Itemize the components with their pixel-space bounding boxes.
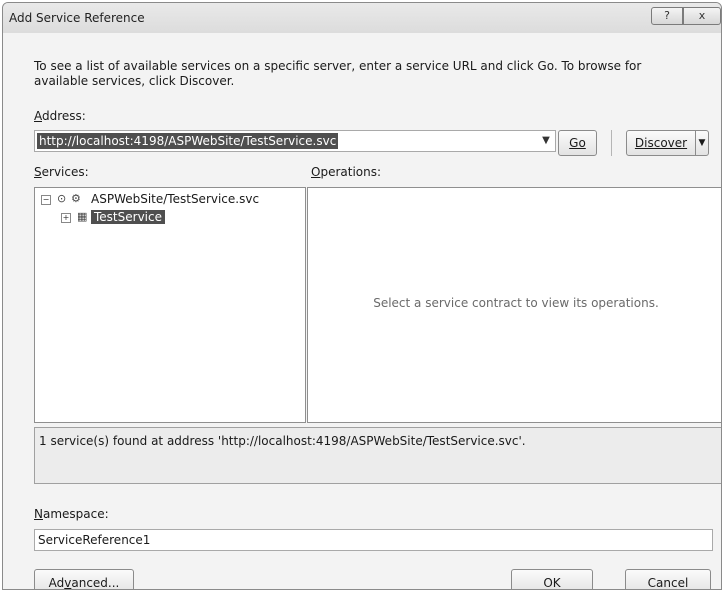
add-service-reference-dialog: Add Service Reference ? x To see a list … xyxy=(2,2,722,590)
dialog-content: To see a list of available services on a… xyxy=(3,33,721,590)
chevron-down-icon: ▼ xyxy=(698,138,706,148)
expand-icon[interactable]: + xyxy=(61,213,71,223)
help-button[interactable]: ? xyxy=(651,7,683,25)
services-label-mnemonic: S xyxy=(34,165,42,179)
chevron-down-icon[interactable]: ▼ xyxy=(538,132,554,150)
address-label-mnemonic: A xyxy=(34,109,42,123)
address-input-value[interactable]: http://localhost:4198/ASPWebSite/TestSer… xyxy=(37,133,339,149)
namespace-input-value: ServiceReference1 xyxy=(38,533,151,547)
tree-item-label: TestService xyxy=(91,210,165,224)
address-label: Address: xyxy=(34,109,86,123)
service-endpoint-icon: ⊙ xyxy=(57,192,67,205)
discover-button-label: Discover xyxy=(634,136,688,150)
title-bar: Add Service Reference ? x xyxy=(3,3,721,33)
operations-label: Operations: xyxy=(311,165,381,179)
collapse-icon[interactable]: − xyxy=(41,195,51,205)
close-icon: x xyxy=(698,9,706,22)
close-button[interactable]: x xyxy=(683,7,721,25)
operations-placeholder: Select a service contract to view its op… xyxy=(373,296,659,310)
toolbar-separator xyxy=(611,130,612,156)
operations-list[interactable]: Select a service contract to view its op… xyxy=(307,187,721,423)
web-service-icon: ⚙ xyxy=(71,192,81,205)
go-button-label: Go xyxy=(569,136,586,150)
service-contract-icon: ▦ xyxy=(77,210,88,223)
address-combobox[interactable]: http://localhost:4198/ASPWebSite/TestSer… xyxy=(34,130,556,152)
cancel-button[interactable]: Cancel xyxy=(625,569,711,590)
help-icon: ? xyxy=(664,9,670,22)
services-label-rest: ervices: xyxy=(41,165,89,179)
advanced-button-label-b: anced... xyxy=(71,576,120,590)
namespace-label-rest: amespace: xyxy=(42,507,109,521)
go-button[interactable]: Go xyxy=(558,130,597,156)
advanced-button[interactable]: Advanced... xyxy=(34,569,134,590)
tree-item-service[interactable]: − ⊙ ⚙ ASPWebSite/TestService.svc xyxy=(41,192,301,208)
cancel-button-label: Cancel xyxy=(647,576,689,590)
address-label-rest: ddress: xyxy=(42,109,86,123)
operations-label-rest: perations: xyxy=(320,165,382,179)
namespace-label-mnemonic: N xyxy=(34,507,43,521)
instructions-text: To see a list of available services on a… xyxy=(34,59,642,88)
namespace-label: Namespace: xyxy=(34,507,109,521)
status-message: 1 service(s) found at address 'http://lo… xyxy=(39,434,526,448)
dialog-title: Add Service Reference xyxy=(9,11,145,25)
advanced-button-label-a: Ad xyxy=(48,576,65,590)
ok-button[interactable]: OK xyxy=(511,569,593,590)
status-area: 1 service(s) found at address 'http://lo… xyxy=(34,427,721,484)
discover-button[interactable]: Discover xyxy=(626,130,696,156)
ok-button-label: OK xyxy=(543,576,561,590)
namespace-input[interactable]: ServiceReference1 xyxy=(34,529,713,551)
services-tree[interactable]: − ⊙ ⚙ ASPWebSite/TestService.svc + ▦ Tes… xyxy=(34,187,306,423)
tree-item-label: ASPWebSite/TestService.svc xyxy=(91,192,260,206)
services-label: Services: xyxy=(34,165,89,179)
tree-item-contract[interactable]: + ▦ TestService xyxy=(61,210,301,226)
discover-dropdown-button[interactable]: ▼ xyxy=(695,130,709,156)
